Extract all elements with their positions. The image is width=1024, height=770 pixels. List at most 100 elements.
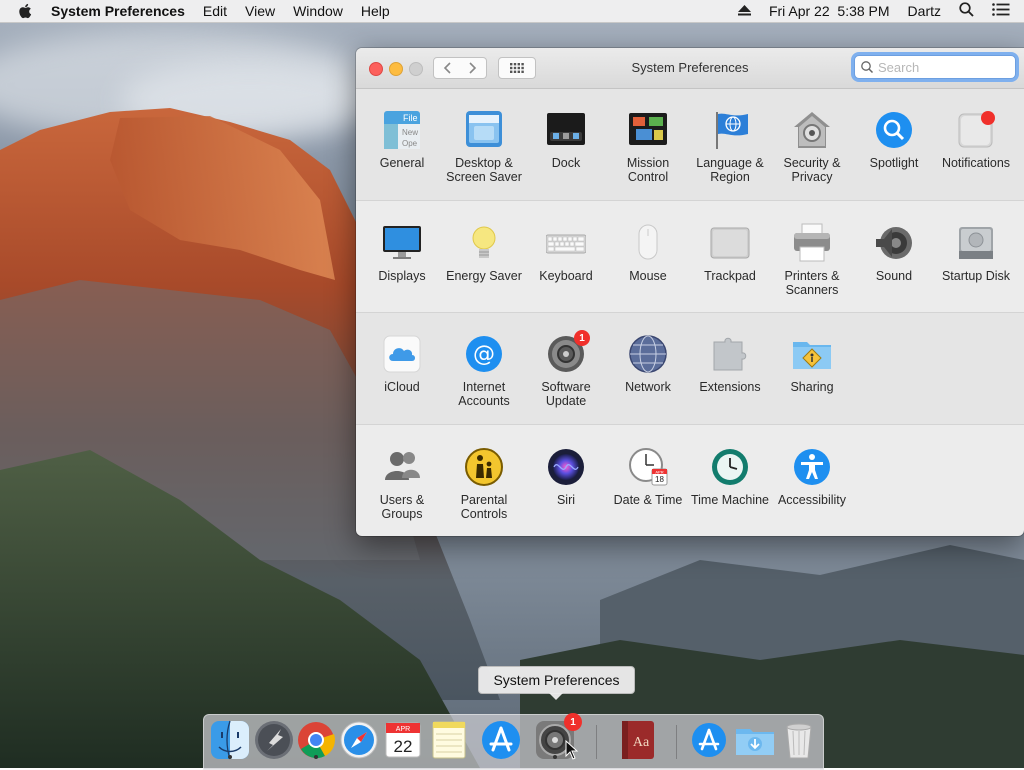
pref-label: Desktop & Screen Saver xyxy=(446,156,522,184)
svg-text:APR: APR xyxy=(396,726,410,733)
pref-language-region[interactable]: Language & Region xyxy=(689,110,771,184)
menu-help[interactable]: Help xyxy=(352,3,399,19)
keyboard-icon xyxy=(545,223,587,263)
pref-parental-controls[interactable]: Parental Controls xyxy=(443,447,525,521)
mouse-icon xyxy=(628,223,668,263)
pref-label: Internet Accounts xyxy=(458,380,510,408)
svg-text:File: File xyxy=(403,113,418,123)
pref-displays[interactable]: Displays xyxy=(361,223,443,283)
pref-icloud[interactable]: iCloud xyxy=(361,334,443,394)
pref-label: Extensions xyxy=(699,380,761,394)
menu-window[interactable]: Window xyxy=(284,3,352,19)
system-preferences-window: System Preferences File New Ope General xyxy=(356,48,1024,536)
accessibility-icon xyxy=(792,447,832,487)
puzzle-icon xyxy=(710,334,750,374)
preferences-section-personal: File New Ope General Desktop & Screen Sa… xyxy=(356,89,1024,200)
window-titlebar[interactable]: System Preferences xyxy=(356,48,1024,89)
sharing-folder-icon xyxy=(792,334,832,374)
pref-sound[interactable]: Sound xyxy=(853,223,935,283)
chrome-icon[interactable] xyxy=(295,719,337,761)
pref-extensions[interactable]: Extensions xyxy=(689,334,771,394)
dock-separator xyxy=(596,725,597,759)
pref-label: Date & Time xyxy=(613,493,683,507)
calendar-icon[interactable]: APR 22 xyxy=(382,719,424,761)
preferences-section-internet: iCloud @ Internet Accounts 1 Software Up… xyxy=(356,312,1024,424)
users-icon xyxy=(382,447,422,487)
pref-notifications[interactable]: Notifications xyxy=(935,110,1017,170)
pref-label: Users & Groups xyxy=(379,493,425,521)
spotlight-search-icon[interactable] xyxy=(950,2,983,20)
app-store-downloads-icon[interactable] xyxy=(688,719,730,761)
menu-edit[interactable]: Edit xyxy=(194,3,236,19)
pref-label: Mission Control xyxy=(626,156,670,184)
pref-label: Trackpad xyxy=(704,269,756,283)
pref-label: Sound xyxy=(875,269,913,283)
pref-mission-control[interactable]: Mission Control xyxy=(607,110,689,184)
pref-startup-disk[interactable]: Startup Disk xyxy=(935,223,1017,283)
notification-center-icon[interactable] xyxy=(983,3,1024,19)
menubar-user[interactable]: Dartz xyxy=(899,3,950,19)
search-input[interactable] xyxy=(878,59,1008,75)
pref-energy-saver[interactable]: Energy Saver xyxy=(443,223,525,283)
pref-label: Time Machine xyxy=(690,493,770,507)
parental-icon xyxy=(464,447,504,487)
pref-label: Notifications xyxy=(941,156,1011,170)
pref-label: iCloud xyxy=(384,380,420,394)
menu-bar: System Preferences Edit View Window Help… xyxy=(0,0,1024,23)
pref-internet-accounts[interactable]: @ Internet Accounts xyxy=(443,334,525,408)
svg-text:18: 18 xyxy=(655,475,664,484)
pref-desktop-screen-saver[interactable]: Desktop & Screen Saver xyxy=(443,110,525,184)
app-menu[interactable]: System Preferences xyxy=(42,3,194,19)
mission-control-icon xyxy=(628,110,668,150)
launchpad-icon[interactable] xyxy=(253,719,295,761)
desktop-icon xyxy=(464,110,504,150)
trash-icon[interactable] xyxy=(778,719,820,761)
menubar-clock[interactable]: Fri Apr 22 5:38 PM xyxy=(760,3,899,19)
eject-icon[interactable] xyxy=(729,3,760,19)
pref-label: Siri xyxy=(556,493,576,507)
notes-icon[interactable] xyxy=(428,719,470,761)
svg-text:22: 22 xyxy=(394,737,413,756)
search-field[interactable] xyxy=(854,55,1016,79)
pref-label: General xyxy=(379,156,425,170)
pref-label: Keyboard xyxy=(539,269,593,283)
dock-tooltip: System Preferences xyxy=(478,666,635,700)
app-store-icon[interactable] xyxy=(480,719,522,761)
pref-spotlight[interactable]: Spotlight xyxy=(853,110,935,170)
pref-mouse[interactable]: Mouse xyxy=(607,223,689,283)
pref-date-time[interactable]: APR 18 Date & Time xyxy=(607,447,689,507)
search-icon xyxy=(861,61,874,74)
pref-network[interactable]: Network xyxy=(607,334,689,394)
finder-icon[interactable] xyxy=(209,719,251,761)
pref-siri[interactable]: Siri xyxy=(525,447,607,507)
pref-label: Language & Region xyxy=(696,156,764,184)
pref-software-update[interactable]: 1 Software Update xyxy=(525,330,607,408)
pref-sharing[interactable]: Sharing xyxy=(771,334,853,394)
menu-view[interactable]: View xyxy=(236,3,284,19)
update-count-badge: 1 xyxy=(574,330,590,346)
preferences-section-hardware: Displays Energy Saver Keyboard Mouse Tra… xyxy=(356,200,1024,312)
pref-label: Sharing xyxy=(790,380,834,394)
pref-keyboard[interactable]: Keyboard xyxy=(525,223,607,283)
pref-users-groups[interactable]: Users & Groups xyxy=(361,447,443,521)
svg-text:Ope: Ope xyxy=(402,139,418,148)
apple-menu-icon[interactable] xyxy=(0,3,42,19)
pref-security-privacy[interactable]: Security & Privacy xyxy=(771,110,853,184)
general-icon: File New Ope xyxy=(382,110,422,150)
pref-time-machine[interactable]: Time Machine xyxy=(689,447,771,507)
pref-dock[interactable]: Dock xyxy=(525,110,607,170)
pref-trackpad[interactable]: Trackpad xyxy=(689,223,771,283)
dock: APR 22 1 Aa xyxy=(203,713,824,770)
trackpad-icon xyxy=(710,223,750,263)
safari-icon[interactable] xyxy=(338,719,380,761)
pref-printers-scanners[interactable]: Printers & Scanners xyxy=(771,223,853,297)
downloads-folder-icon[interactable] xyxy=(734,719,776,761)
pref-general[interactable]: File New Ope General xyxy=(361,110,443,170)
dictionary-icon[interactable]: Aa xyxy=(617,719,659,761)
globe-icon xyxy=(628,334,668,374)
pref-accessibility[interactable]: Accessibility xyxy=(771,447,853,507)
pref-label: Printers & Scanners xyxy=(784,269,840,297)
pref-label: Spotlight xyxy=(869,156,919,170)
pref-label: Energy Saver xyxy=(446,269,522,283)
svg-text:APR: APR xyxy=(655,469,663,474)
